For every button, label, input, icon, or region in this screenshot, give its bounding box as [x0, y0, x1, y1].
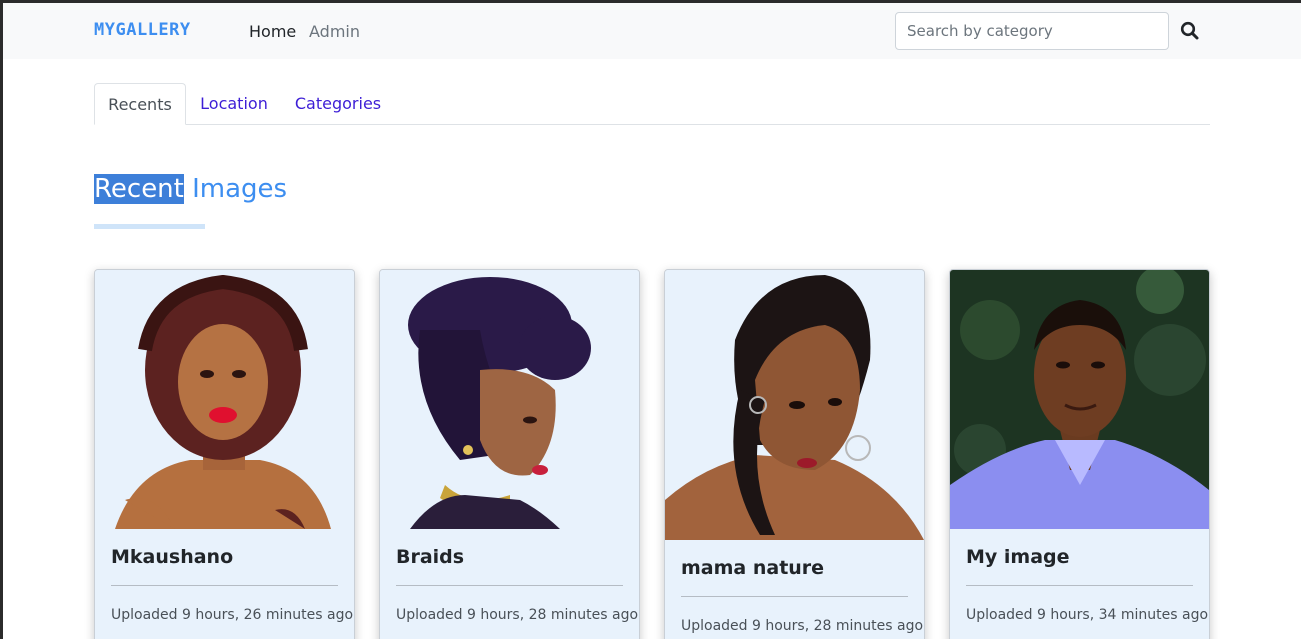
card-upload-time: Uploaded 9 hours, 28 minutes ago [396, 607, 639, 623]
nav-link-home[interactable]: Home [249, 22, 296, 41]
card-upload-time: Uploaded 9 hours, 34 minutes ago [966, 607, 1209, 623]
brand-logo[interactable]: MYGALLERY [94, 20, 191, 40]
card-image[interactable] [95, 270, 354, 529]
window-edge-left [0, 0, 3, 639]
image-card-mama-nature[interactable]: mama nature Uploaded 9 hours, 28 minutes… [664, 269, 925, 639]
card-image[interactable] [380, 270, 639, 529]
card-divider [396, 585, 623, 586]
search-input[interactable] [895, 12, 1169, 50]
card-divider [681, 596, 908, 597]
card-divider [966, 585, 1193, 586]
section-title-underline [94, 224, 205, 229]
tab-recents[interactable]: Recents [94, 83, 186, 125]
nav-link-admin[interactable]: Admin [309, 22, 360, 41]
image-card-mkaushano[interactable]: Mkaushano Uploaded 9 hours, 26 minutes a… [94, 269, 355, 639]
section-title-highlight: Recent [94, 174, 184, 204]
card-image[interactable] [950, 270, 1209, 529]
tab-categories[interactable]: Categories [289, 83, 387, 125]
tab-location[interactable]: Location [194, 83, 274, 125]
card-upload-time: Uploaded 9 hours, 28 minutes ago [681, 618, 924, 634]
card-upload-time: Uploaded 9 hours, 26 minutes ago [111, 607, 354, 623]
card-title[interactable]: mama nature [681, 557, 824, 579]
card-title[interactable]: My image [966, 546, 1070, 568]
section-title: Recent Images [94, 174, 287, 204]
image-card-my-image[interactable]: My image Uploaded 9 hours, 34 minutes ag… [949, 269, 1210, 639]
search-icon [1180, 21, 1199, 40]
navbar: MYGALLERY Home Admin [3, 3, 1301, 59]
search-button[interactable] [1179, 20, 1201, 42]
section-title-rest: Images [183, 174, 288, 204]
image-card-braids[interactable]: Braids Uploaded 9 hours, 28 minutes ago [379, 269, 640, 639]
card-title[interactable]: Braids [396, 546, 464, 568]
tab-bar: Recents Location Categories [94, 83, 1210, 125]
card-image[interactable] [665, 270, 924, 540]
card-divider [111, 585, 338, 586]
card-title[interactable]: Mkaushano [111, 546, 233, 568]
